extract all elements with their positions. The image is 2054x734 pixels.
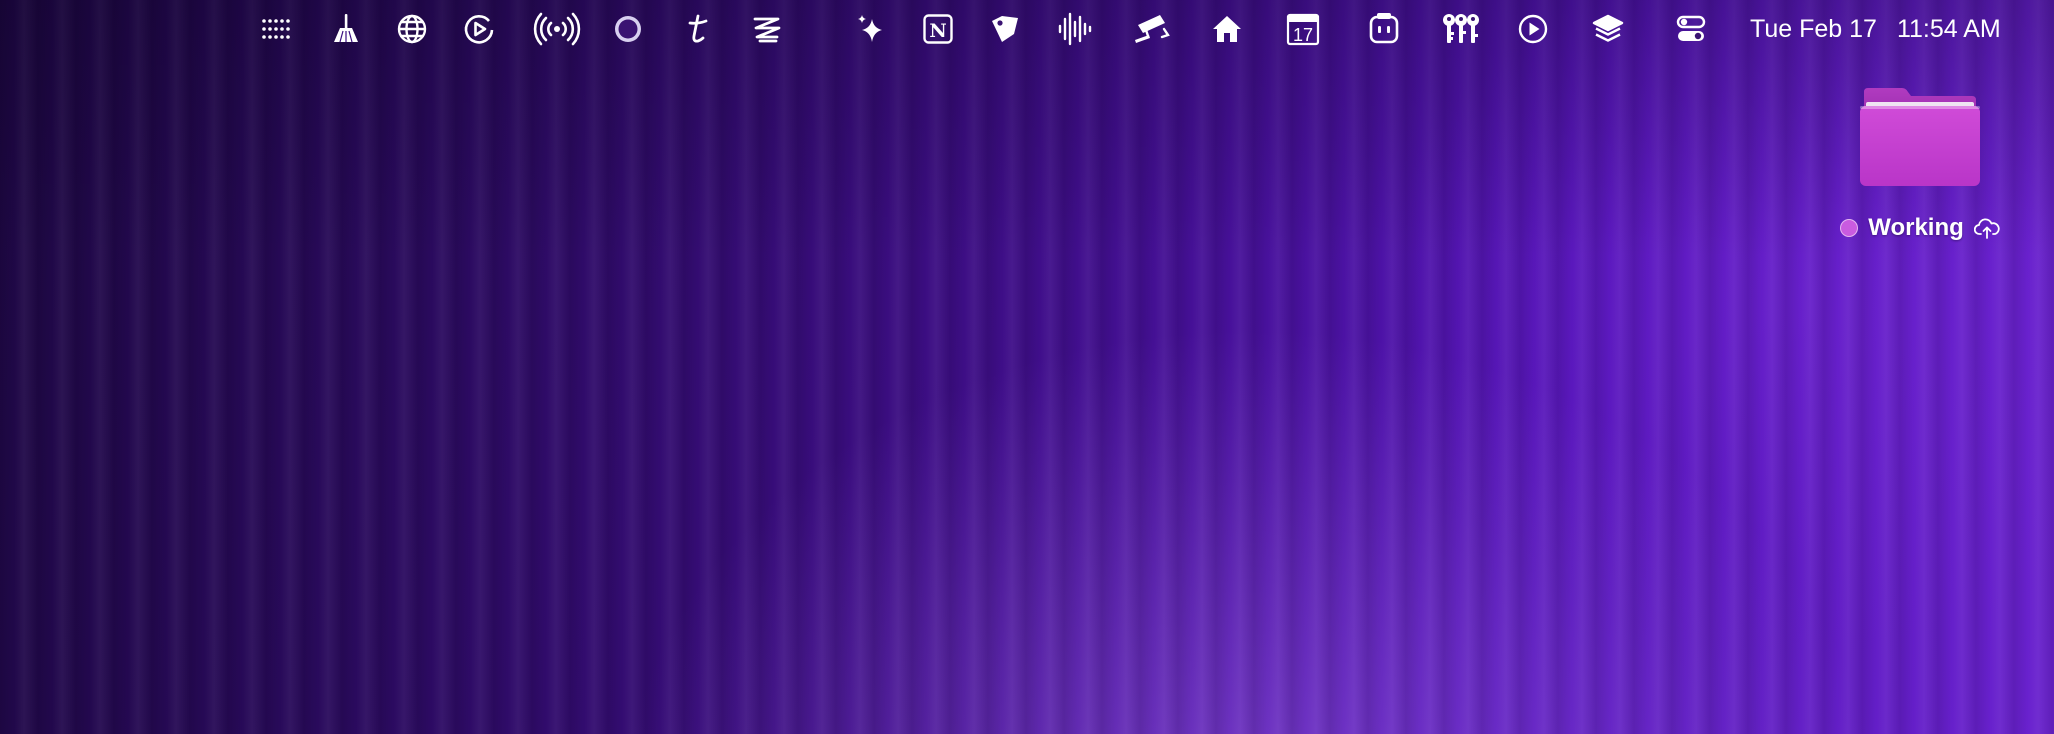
t-app-icon[interactable] — [678, 10, 716, 48]
control-center-icon[interactable] — [1672, 10, 1710, 48]
broadcast-antenna-icon[interactable] — [533, 10, 581, 48]
sparkles-icon[interactable] — [851, 10, 889, 48]
calendar-day: 17 — [1293, 25, 1313, 45]
desktop-folder-working[interactable]: Working — [1830, 86, 2010, 242]
notion-icon[interactable]: N — [919, 10, 957, 48]
globe-network-icon[interactable] — [393, 10, 431, 48]
audio-waveform-icon[interactable] — [1056, 10, 1094, 48]
tag-label-icon[interactable] — [985, 10, 1023, 48]
layers-stack-icon[interactable] — [1589, 10, 1627, 48]
wallpaper-stripes — [0, 0, 2054, 734]
notion-letter: N — [929, 20, 946, 42]
clock-time: 11:54 AM — [1896, 14, 2001, 43]
play-button-icon[interactable] — [1514, 10, 1552, 48]
folder-label-row: Working — [1840, 214, 2000, 242]
keys-icon[interactable] — [1442, 10, 1480, 48]
robot-face-icon[interactable] — [1365, 10, 1403, 48]
menu-bar: N 17 Tue Feb 17 11:54 AM — [0, 0, 2054, 58]
security-camera-icon[interactable] — [1133, 10, 1171, 48]
zigzag-lines-icon[interactable] — [748, 10, 786, 48]
folder-icon — [1860, 88, 1980, 186]
purple-tag-dot — [1840, 219, 1859, 237]
clock-date: Tue Feb 17 — [1750, 14, 1877, 43]
folder-label: Working — [1868, 214, 1964, 241]
home-icon[interactable] — [1208, 10, 1246, 48]
launcher-grid-icon[interactable] — [255, 10, 293, 48]
wallpaper-shade — [0, 0, 2054, 734]
calendar-icon[interactable]: 17 — [1284, 10, 1322, 48]
icloud-upload-icon — [1973, 218, 2000, 239]
menu-bar-clock[interactable]: Tue Feb 17 11:54 AM — [1750, 12, 2001, 46]
broom-cleaner-icon[interactable] — [327, 10, 365, 48]
play-circle-replay-icon[interactable] — [460, 10, 498, 48]
ring-circle-icon[interactable] — [609, 10, 647, 48]
